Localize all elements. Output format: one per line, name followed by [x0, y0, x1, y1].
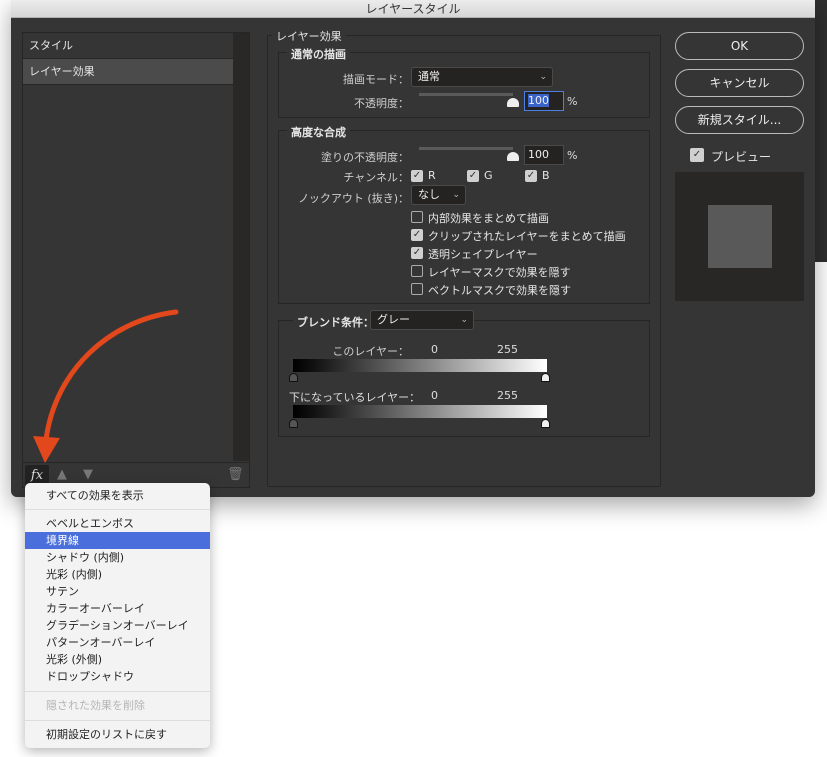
this-layer-max: 255 — [497, 343, 518, 356]
chevron-down-icon: ⌄ — [539, 72, 547, 82]
this-layer-gradient — [293, 359, 547, 372]
layer-effects-panel: レイヤー効果 通常の描画 描画モード： 通常 ⌄ 不透明度： 100 % 高度な合… — [267, 28, 661, 487]
title-bar: レイヤースタイル — [11, 0, 815, 18]
menu-item[interactable]: 光彩 (内側) — [25, 566, 210, 583]
channel-r-checkbox[interactable]: ✓ — [411, 170, 423, 182]
this-layer-black-slider[interactable] — [289, 373, 298, 382]
menu-item[interactable]: ベベルとエンボス — [25, 515, 210, 532]
menu-item[interactable]: 光彩 (外側) — [25, 651, 210, 668]
underlying-min: 0 — [431, 389, 438, 402]
channel-g-label: G — [484, 169, 493, 182]
option-label: クリップされたレイヤーをまとめて描画 — [428, 230, 626, 243]
scrollbar[interactable] — [233, 33, 249, 461]
new-style-button[interactable]: 新規スタイル... — [675, 106, 804, 134]
move-up-icon[interactable]: ▲ — [57, 467, 67, 482]
cancel-button[interactable]: キャンセル — [675, 69, 804, 97]
chevron-down-icon: ⌄ — [460, 315, 468, 325]
blend-if-value: グレー — [377, 313, 410, 326]
menu-item[interactable]: カラーオーバーレイ — [25, 600, 210, 617]
opacity-slider[interactable] — [419, 93, 513, 96]
menu-item[interactable]: シャドウ (内側) — [25, 549, 210, 566]
fill-opacity-slider-thumb[interactable] — [507, 152, 519, 161]
menu-item[interactable]: パターンオーバーレイ — [25, 634, 210, 651]
menu-item[interactable]: ドロップシャドウ — [25, 668, 210, 685]
checkbox-clipped-layers[interactable]: ✓ — [411, 229, 423, 241]
blend-if-label: ブレンド条件： — [293, 314, 378, 330]
menu-item-disabled: 隠された効果を削除 — [46, 699, 145, 712]
channel-b-label: B — [542, 169, 550, 182]
channel-g-checkbox[interactable]: ✓ — [467, 170, 479, 182]
checkbox-layer-mask-hides[interactable] — [411, 265, 423, 277]
blend-mode-label: 描画モード： — [343, 73, 409, 86]
checkbox-transparency-shapes[interactable]: ✓ — [411, 247, 423, 259]
option-label: レイヤーマスクで効果を隠す — [428, 266, 571, 279]
menu-separator — [25, 720, 210, 721]
this-layer-white-slider[interactable] — [541, 373, 550, 382]
advanced-blending-group: 高度な合成 塗りの不透明度： 100 % チャンネル： ✓ R ✓ G ✓ B … — [278, 124, 650, 304]
this-layer-label: このレイヤー： — [332, 345, 409, 358]
this-layer-min: 0 — [431, 343, 438, 356]
menu-separator — [25, 691, 210, 692]
preview-label: プレビュー — [711, 150, 772, 164]
opacity-value: 100 — [528, 94, 549, 107]
trash-icon[interactable]: 🗑 — [227, 467, 244, 482]
preview-thumbnail — [675, 172, 804, 301]
fill-opacity-input[interactable]: 100 — [524, 145, 564, 165]
menu-item-highlighted[interactable]: 境界線 — [25, 532, 210, 549]
list-item-styles[interactable]: スタイル — [23, 33, 233, 59]
blend-mode-value: 通常 — [418, 70, 440, 83]
menu-item[interactable]: すべての効果を表示 — [25, 487, 210, 504]
preview-swatch — [708, 205, 772, 268]
underlying-layer-label: 下になっているレイヤー： — [289, 391, 421, 404]
styles-list-panel: スタイル レイヤー効果 fx ▲ ▼ 🗑 — [22, 32, 250, 488]
list-item-layer-effects[interactable]: レイヤー効果 — [23, 59, 233, 85]
knockout-select[interactable]: なし ⌄ — [411, 185, 466, 205]
blend-mode-select[interactable]: 通常 ⌄ — [411, 67, 553, 87]
menu-item[interactable]: サテン — [25, 583, 210, 600]
underlying-max: 255 — [497, 389, 518, 402]
percent-label: % — [567, 149, 578, 162]
normal-blending-group: 通常の描画 描画モード： 通常 ⌄ 不透明度： 100 % — [278, 46, 650, 118]
channel-b-checkbox[interactable]: ✓ — [525, 170, 537, 182]
ok-button[interactable]: OK — [675, 32, 804, 60]
knockout-label: ノックアウト (抜き)： — [298, 192, 409, 205]
fill-opacity-slider[interactable] — [419, 147, 513, 150]
section-title: レイヤー効果 — [272, 28, 346, 44]
chevron-down-icon: ⌄ — [452, 190, 460, 200]
underlying-black-slider[interactable] — [289, 419, 298, 428]
channels-label: チャンネル： — [343, 171, 409, 184]
option-label: ベクトルマスクで効果を隠す — [428, 284, 571, 297]
checkbox-vector-mask-hides[interactable] — [411, 283, 423, 295]
menu-separator — [25, 509, 210, 510]
preview-checkbox[interactable]: ✓ — [690, 148, 704, 162]
option-label: 透明シェイプレイヤー — [428, 248, 538, 261]
group-title: 高度な合成 — [287, 124, 350, 140]
knockout-value: なし — [418, 188, 440, 201]
underlying-gradient — [293, 405, 547, 418]
effects-menu: すべての効果を表示 ベベルとエンボス 境界線 シャドウ (内側) 光彩 (内側)… — [25, 483, 210, 748]
fill-opacity-label: 塗りの不透明度： — [321, 151, 409, 164]
option-label: 内部効果をまとめて描画 — [428, 212, 549, 225]
group-title: 通常の描画 — [287, 46, 350, 62]
layer-style-dialog: レイヤースタイル スタイル レイヤー効果 fx ▲ ▼ 🗑 レイヤー効果 通常の… — [11, 0, 815, 497]
blend-if-select[interactable]: グレー ⌄ — [370, 310, 474, 330]
menu-item[interactable]: グラデーションオーバーレイ — [25, 617, 210, 634]
percent-label: % — [567, 95, 578, 108]
underlying-white-slider[interactable] — [541, 419, 550, 428]
channel-r-label: R — [428, 169, 436, 182]
blend-if-group: ブレンド条件： グレー ⌄ このレイヤー： 0 255 下になっているレイヤー： … — [278, 310, 650, 437]
menu-item[interactable]: 初期設定のリストに戻す — [25, 726, 210, 743]
checkbox-draw-interior-effects[interactable] — [411, 211, 423, 223]
opacity-input[interactable]: 100 — [524, 91, 564, 111]
move-down-icon[interactable]: ▼ — [83, 467, 93, 482]
opacity-slider-thumb[interactable] — [507, 98, 519, 107]
opacity-label: 不透明度： — [354, 97, 409, 110]
